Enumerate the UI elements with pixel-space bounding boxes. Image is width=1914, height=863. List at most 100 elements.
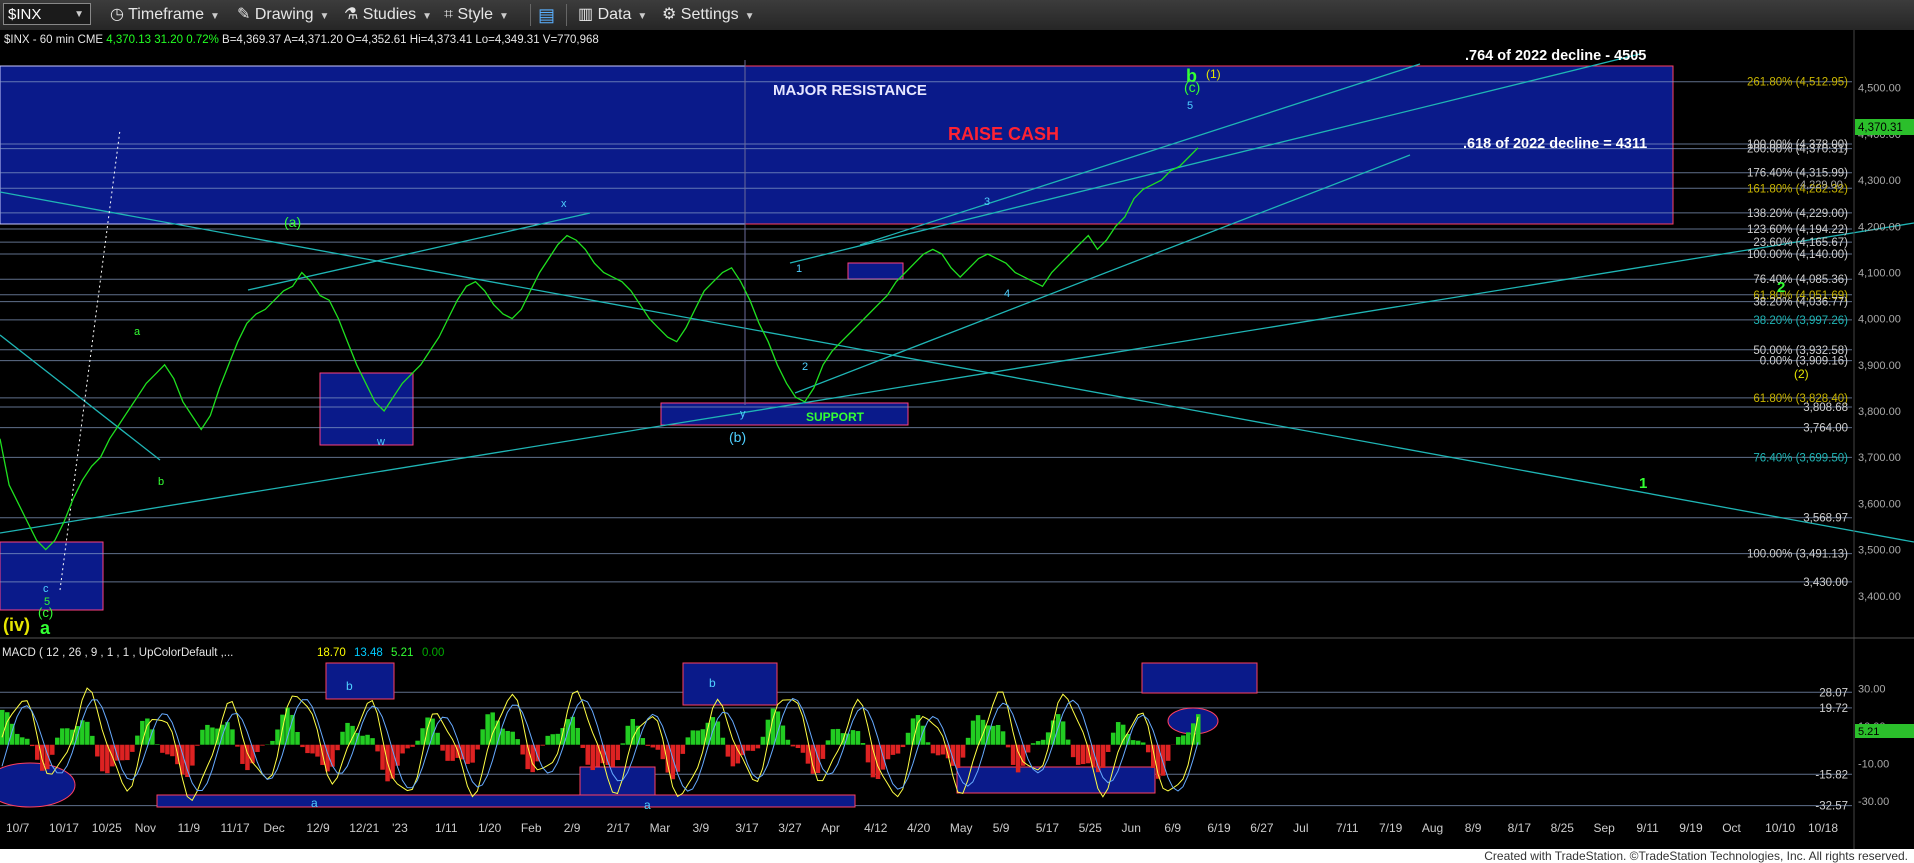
macd-bar [435, 732, 440, 745]
y-tick-label: 4,500.00 [1858, 83, 1901, 95]
macd-bar [405, 744, 410, 749]
wave-c-small-label: c [43, 583, 49, 595]
wave-iv-label: (iv) [3, 615, 30, 635]
style-button[interactable]: ⌗ Style ▼ [444, 0, 509, 30]
macd-bar [580, 744, 585, 748]
macd-bar [465, 744, 470, 764]
macd-bar [815, 744, 821, 773]
macd-title: MACD ( 12 , 26 , 9 , 1 , 1 , UpColorDefa… [2, 647, 233, 659]
macd-bar [640, 738, 646, 745]
layout-icon[interactable]: ▤ [538, 0, 555, 30]
macd-b2-label: b [709, 676, 716, 690]
macd-bar [270, 740, 275, 745]
macd-bar [690, 730, 696, 745]
y-tick-label: 4,300.00 [1858, 175, 1901, 187]
data-icon: ▥ [578, 6, 594, 23]
macd-bar [1070, 744, 1076, 758]
macd-bar [35, 744, 40, 760]
macd-bar [1035, 741, 1041, 745]
macd-bar [200, 729, 205, 745]
macd-bar [955, 744, 961, 769]
y-tick-label: 3,800.00 [1858, 406, 1901, 418]
symbol-change: 31.20 [154, 34, 183, 46]
x-tick-label: Sep [1593, 821, 1615, 835]
macd-bar [540, 744, 545, 746]
wave-b-small-label: b [158, 476, 164, 488]
last-price-label: 4,370.31 [1858, 122, 1903, 134]
macd-bar [1065, 739, 1071, 745]
symbol-low: Lo=4,349.31 [475, 34, 539, 46]
settings-label: Settings [680, 6, 739, 23]
x-tick-label: 10/18 [1808, 821, 1838, 835]
macd-bar [675, 744, 681, 772]
x-tick-label: 5/17 [1036, 821, 1060, 835]
studies-button[interactable]: ⚗ Studies ▼ [344, 0, 432, 30]
x-tick-label: 9/11 [1636, 821, 1659, 835]
macd-bar [450, 744, 455, 761]
macd-bar [440, 744, 445, 751]
x-tick-label: 4/20 [907, 821, 931, 835]
macd-bar [300, 744, 305, 748]
x-tick-label: 3/17 [735, 821, 759, 835]
macd-bar [505, 730, 510, 745]
macd-bar [800, 744, 806, 753]
level-label: 261.80% (4,512.95) [1747, 77, 1848, 89]
macd-bar [60, 728, 65, 745]
data-button[interactable]: ▥ Data ▼ [578, 0, 647, 30]
symbol-exchange: CME [78, 34, 104, 46]
macd-bar [100, 744, 105, 772]
x-tick-label: 11/9 [178, 821, 201, 835]
macd-bar [750, 744, 756, 751]
macd-bar [20, 737, 25, 745]
y-tick-label: 4,200.00 [1858, 221, 1901, 233]
toolbar-divider [530, 4, 531, 26]
wave-4-box [847, 262, 904, 280]
macd-bar [890, 744, 896, 755]
count-3-label: 3 [984, 196, 990, 208]
macd-bar [610, 744, 616, 767]
macd-bar [990, 725, 996, 745]
macd-bar [475, 744, 480, 750]
chevron-down-icon[interactable]: ▼ [74, 4, 84, 26]
drawing-button[interactable]: ✎ Drawing ▼ [237, 0, 329, 30]
macd-value-3: 5.21 [391, 647, 413, 659]
settings-button[interactable]: ⚙ Settings ▼ [662, 0, 755, 30]
level-label: 100.00% (3,491.13) [1747, 549, 1848, 561]
level-label: 38.20% (4,036.77) [1753, 297, 1848, 309]
macd-bar [40, 744, 45, 771]
macd-bar [960, 744, 966, 758]
level-label: 3,430.00 [1803, 577, 1848, 589]
timeframe-button[interactable]: ◷ Timeframe ▼ [110, 0, 220, 30]
wave-w-label: w [376, 436, 385, 448]
macd-bar [1130, 740, 1136, 745]
macd-bar [310, 744, 315, 754]
x-tick-label: 5/25 [1079, 821, 1103, 835]
wave-5-label: 5 [1187, 100, 1193, 112]
level-label: 76.40% (3,699.50) [1753, 452, 1848, 464]
macd-bar [970, 720, 976, 745]
raise-cash-label: RAISE CASH [948, 124, 1059, 144]
level-label: 3,764.00 [1803, 423, 1848, 435]
symbol-input[interactable]: $INX ▼ [3, 3, 91, 25]
macd-bar [195, 744, 200, 746]
x-tick-label: 5/9 [993, 821, 1010, 835]
symbol-ask: A=4,371.20 [284, 34, 343, 46]
wave-2-big-label: 2 [1777, 279, 1785, 296]
macd-bar [930, 744, 936, 754]
drawing-label: Drawing [254, 6, 314, 23]
macd-bar [155, 744, 160, 745]
x-tick-label: 12/21 [349, 821, 379, 835]
macd-bar [315, 744, 320, 757]
macd-bar [1000, 731, 1006, 745]
price-chart[interactable]: 4,500.004,400.004,300.004,200.004,100.00… [0, 30, 1914, 849]
low-box [0, 541, 104, 611]
macd-bar [590, 744, 595, 771]
macd-bar [1160, 744, 1166, 776]
x-tick-label: 10/7 [6, 821, 30, 835]
macd-bar [410, 744, 415, 747]
wave-a-low-label: a [40, 618, 51, 638]
macd-bar [1030, 743, 1036, 745]
x-tick-label: Aug [1422, 821, 1443, 835]
macd-bar [420, 728, 425, 745]
macd-bar [335, 744, 340, 751]
